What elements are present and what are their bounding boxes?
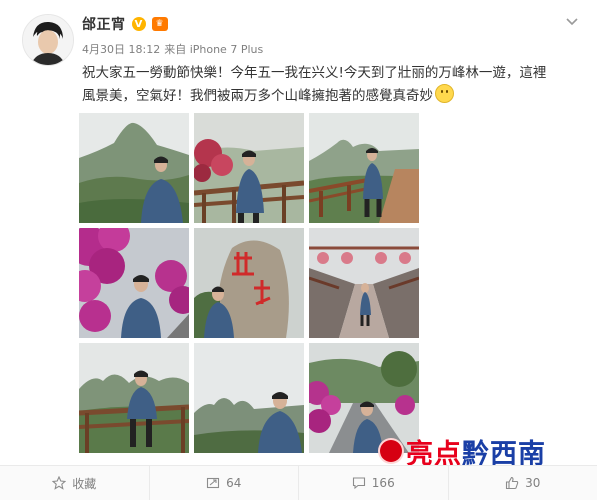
photo-peaks-selfie[interactable] bbox=[194, 343, 304, 453]
photo-grid bbox=[79, 113, 419, 453]
photo-railing-flowers[interactable] bbox=[194, 113, 304, 223]
repost-button[interactable]: 64 bbox=[150, 466, 300, 500]
author-avatar[interactable] bbox=[22, 14, 74, 66]
like-button[interactable]: 30 bbox=[449, 466, 597, 500]
smile-emoji-icon bbox=[435, 84, 454, 103]
post-meta: 4月30日 18:12 来自 iPhone 7 Plus bbox=[82, 41, 263, 57]
like-count: 30 bbox=[525, 476, 540, 490]
favorite-label: 收藏 bbox=[72, 475, 96, 492]
post-source: 来自 iPhone 7 Plus bbox=[164, 41, 263, 57]
photo-boardwalk[interactable] bbox=[309, 113, 419, 223]
action-bar: 收藏 64 166 30 bbox=[0, 465, 597, 500]
comment-count: 166 bbox=[372, 476, 395, 490]
chevron-down-icon[interactable] bbox=[565, 14, 579, 28]
photo-garden-path[interactable] bbox=[309, 228, 419, 338]
star-icon bbox=[52, 476, 66, 490]
author-name[interactable]: 邰正宵 bbox=[82, 14, 126, 34]
repost-count: 64 bbox=[226, 476, 241, 490]
comment-button[interactable]: 166 bbox=[299, 466, 449, 500]
post-body: 祝大家五一勞動節快樂！今年五一我在兴义!今天到了壯丽的万峰林一遊，這裡風景美，空… bbox=[82, 65, 546, 104]
photo-mountain-man[interactable] bbox=[79, 113, 189, 223]
thumbs-up-icon bbox=[505, 476, 519, 490]
photo-carved-rock[interactable] bbox=[194, 228, 304, 338]
weibo-post-card: 邰正宵 V ♛ 4月30日 18:12 来自 iPhone 7 Plus 祝大家… bbox=[0, 0, 597, 499]
post-time[interactable]: 4月30日 18:12 bbox=[82, 41, 160, 57]
favorite-button[interactable]: 收藏 bbox=[0, 466, 150, 500]
post-text: 祝大家五一勞動節快樂！今年五一我在兴义!今天到了壯丽的万峰林一遊，這裡風景美，空… bbox=[82, 62, 552, 107]
photo-railing-peaks[interactable] bbox=[79, 343, 189, 453]
member-crown-icon[interactable]: ♛ bbox=[152, 17, 168, 31]
repost-icon bbox=[206, 476, 220, 490]
photo-bougainvillea[interactable] bbox=[79, 228, 189, 338]
verified-icon: V bbox=[132, 17, 146, 31]
comment-icon bbox=[352, 476, 366, 490]
author-row: 邰正宵 V ♛ bbox=[82, 14, 168, 34]
watermark-logo-icon bbox=[380, 440, 402, 462]
